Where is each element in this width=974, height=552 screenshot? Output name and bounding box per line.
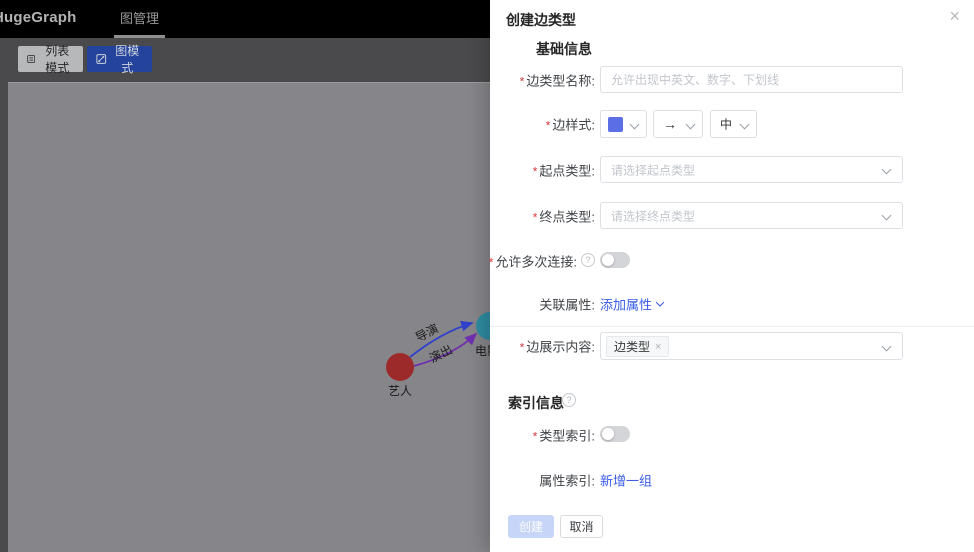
target-type-select[interactable]: 请选择终点类型 bbox=[600, 202, 903, 229]
field-row-name: * 边类型名称: bbox=[490, 66, 974, 93]
display-label-text: 边展示内容: bbox=[526, 339, 595, 355]
multi-connect-label: * 允许多次连接: bbox=[489, 251, 577, 270]
field-row-source: * 起点类型: 请选择起点类型 bbox=[490, 156, 974, 183]
required-mark: * bbox=[532, 429, 538, 443]
tab-graph-management-label: 图管理 bbox=[120, 11, 160, 26]
type-index-label: * 类型索引: bbox=[533, 425, 595, 444]
properties-label: 关联属性: bbox=[539, 297, 595, 312]
chevron-down-icon bbox=[881, 210, 892, 221]
graph-mode-label: 图模式 bbox=[115, 44, 140, 75]
edge-color-swatch bbox=[608, 117, 623, 132]
list-mode-button[interactable]: 列表模式 bbox=[18, 44, 83, 75]
add-property-link-text: 添加属性 bbox=[600, 297, 653, 312]
chevron-down-icon bbox=[881, 164, 892, 175]
multi-connect-label-text: 允许多次连接: bbox=[495, 254, 577, 269]
hugegraph-logo: HugeGraph bbox=[0, 9, 77, 26]
required-mark: * bbox=[545, 118, 551, 133]
required-mark: * bbox=[519, 74, 525, 88]
create-button[interactable]: 创建 bbox=[508, 515, 554, 538]
cancel-button[interactable]: 取消 bbox=[560, 515, 603, 538]
chevron-down-icon bbox=[881, 341, 892, 352]
display-tag-text: 边类型 bbox=[614, 340, 651, 354]
graph-mode-icon bbox=[96, 54, 107, 64]
required-mark: * bbox=[488, 255, 494, 269]
add-index-group-link[interactable]: 新增一组 bbox=[600, 470, 652, 489]
type-index-label-text: 类型索引: bbox=[539, 428, 595, 443]
list-mode-icon bbox=[27, 55, 36, 63]
chevron-down-icon bbox=[629, 119, 640, 130]
background-page: HugeGraph 图管理 列表模式 图模式 导演 演出 艺人 电 bbox=[0, 0, 490, 552]
required-mark: * bbox=[519, 340, 525, 355]
tag-remove-icon[interactable]: × bbox=[655, 341, 661, 353]
field-row-target: * 终点类型: 请选择终点类型 bbox=[490, 202, 974, 229]
source-type-select[interactable]: 请选择起点类型 bbox=[600, 156, 903, 183]
list-mode-label: 列表模式 bbox=[45, 44, 70, 75]
chevron-down-icon bbox=[739, 119, 750, 130]
drawer-title: 创建边类型 bbox=[506, 12, 576, 28]
section-basic-info: 基础信息 bbox=[536, 41, 592, 57]
help-icon[interactable]: ? bbox=[562, 393, 576, 407]
edge-perform-label: 演出 bbox=[427, 341, 455, 365]
field-row-multi-connect: * 允许多次连接: ? bbox=[489, 251, 974, 270]
field-row-type-index: * 类型索引: bbox=[490, 426, 974, 443]
chevron-down-icon bbox=[655, 297, 665, 307]
node-artist-label: 艺人 bbox=[388, 384, 412, 398]
graph-svg: 导演 演出 艺人 电影 bbox=[386, 312, 490, 398]
edge-arrow-select[interactable]: → bbox=[653, 110, 703, 138]
help-icon[interactable]: ? bbox=[581, 253, 595, 267]
section-index-info: 索引信息 bbox=[508, 395, 564, 411]
node-movie[interactable] bbox=[476, 312, 490, 340]
app-window: HugeGraph 图管理 列表模式 图模式 导演 演出 艺人 电 创建边类型 … bbox=[0, 0, 974, 552]
top-nav-bar: HugeGraph 图管理 bbox=[0, 0, 490, 38]
edge-type-name-input[interactable] bbox=[600, 66, 903, 93]
create-edge-type-drawer: 创建边类型 × 基础信息 *边类型名称: *边样式: → 中 bbox=[489, 0, 974, 552]
close-icon[interactable]: × bbox=[949, 7, 960, 25]
target-label-text: 终点类型: bbox=[539, 209, 595, 224]
source-label: * 起点类型: bbox=[533, 160, 595, 179]
graph-canvas[interactable]: 导演 演出 艺人 电影 bbox=[8, 82, 490, 552]
source-type-placeholder: 请选择起点类型 bbox=[611, 163, 696, 177]
multi-connect-toggle[interactable] bbox=[600, 252, 630, 268]
field-row-style: * 边样式: → 中 bbox=[490, 110, 974, 138]
display-tag: 边类型 × bbox=[606, 336, 670, 357]
style-label-text: 边样式: bbox=[552, 117, 595, 133]
field-row-display: * 边展示内容: 边类型 × bbox=[490, 332, 974, 360]
view-mode-toolbar: 列表模式 图模式 bbox=[0, 38, 490, 82]
target-type-placeholder: 请选择终点类型 bbox=[611, 209, 696, 223]
node-artist[interactable] bbox=[386, 353, 414, 381]
add-index-group-link-text: 新增一组 bbox=[600, 473, 653, 488]
field-row-prop-index: 属性索引: 新增一组 bbox=[490, 471, 974, 488]
name-label-text: 边类型名称: bbox=[526, 73, 595, 88]
chevron-down-icon bbox=[685, 119, 696, 130]
required-mark: * bbox=[532, 210, 538, 224]
graph-mode-button[interactable]: 图模式 bbox=[87, 44, 152, 75]
edge-thickness-select[interactable]: 中 bbox=[710, 110, 757, 138]
type-index-toggle[interactable] bbox=[600, 426, 630, 442]
thickness-value: 中 bbox=[720, 117, 733, 132]
node-movie-label: 电影 bbox=[475, 344, 490, 358]
prop-index-label: 属性索引: bbox=[539, 473, 595, 488]
tab-graph-management[interactable]: 图管理 bbox=[112, 0, 167, 38]
field-row-properties: 关联属性: 添加属性 bbox=[490, 295, 974, 312]
source-label-text: 起点类型: bbox=[539, 163, 595, 178]
style-label: * 边样式: bbox=[546, 115, 595, 134]
edge-color-select[interactable] bbox=[600, 110, 647, 138]
edge-direct-label: 导演 bbox=[413, 320, 441, 344]
required-mark: * bbox=[532, 164, 538, 178]
display-label: * 边展示内容: bbox=[520, 337, 595, 356]
name-label: * 边类型名称: bbox=[520, 70, 595, 89]
target-label: * 终点类型: bbox=[533, 206, 595, 225]
display-content-select[interactable]: 边类型 × bbox=[600, 332, 903, 360]
arrow-glyph: → bbox=[663, 116, 677, 132]
section-divider bbox=[490, 326, 974, 327]
add-property-link[interactable]: 添加属性 bbox=[600, 294, 665, 313]
